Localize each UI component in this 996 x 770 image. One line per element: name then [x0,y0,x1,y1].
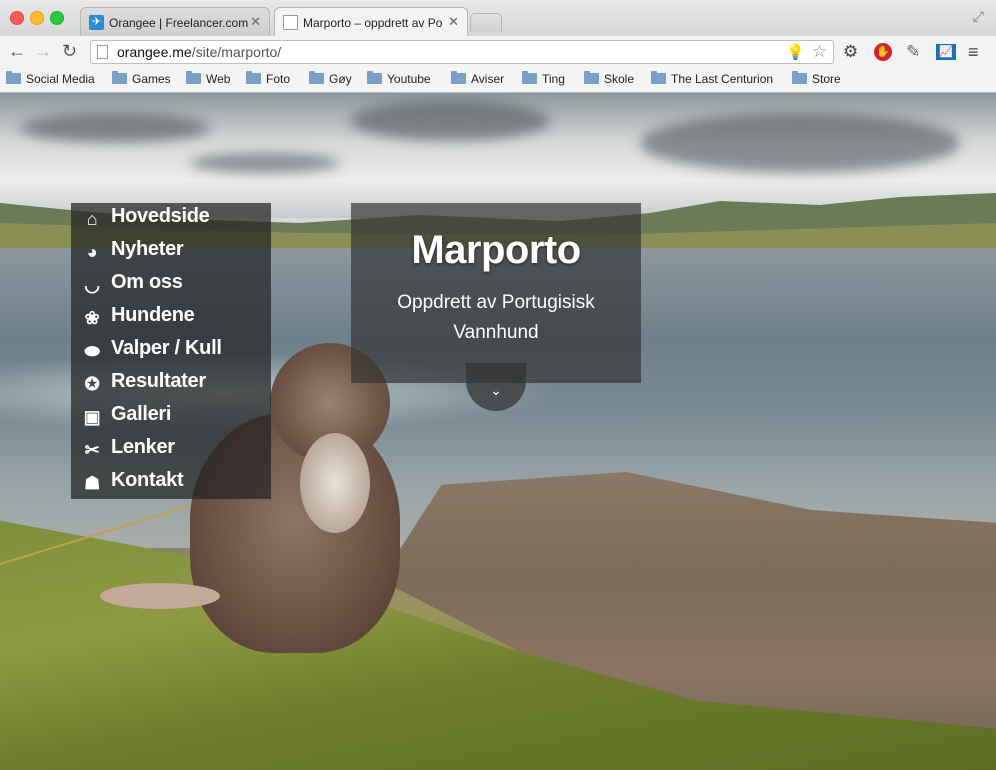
folder-icon [584,71,599,84]
rosette-icon: ✪ [84,374,100,394]
url-text[interactable]: orangee.me/site/marporto/ [117,44,281,60]
bookmark-folder[interactable]: Web [186,71,230,86]
tab-close-icon[interactable]: ✕ [250,14,261,30]
bookmark-folder[interactable]: Social Media [6,71,95,86]
nav-item-hundene[interactable]: ❀ Hundene [81,304,195,334]
reload-icon[interactable]: ↻ [62,41,77,62]
bed-icon: ⬬ [84,341,100,361]
bookmark-folder[interactable]: Games [112,71,171,86]
page-icon [97,45,108,59]
browser-toolbar: ← → ↻ orangee.me/site/marporto/ 💡 ☆ ⚙ ✋ … [0,36,996,68]
bookmark-folder[interactable]: Store [792,71,841,86]
home-icon: ⌂ [86,209,98,229]
folder-icon [309,71,324,84]
folder-icon [651,71,666,84]
folder-icon [112,71,127,84]
new-tab-button[interactable] [470,13,502,32]
contact-icon: ☗ [84,473,100,493]
window-maximize-button[interactable] [50,11,64,25]
fullscreen-icon[interactable]: ⤢ [973,8,984,25]
chevron-down-icon: ⌄ [490,382,502,398]
picture-icon: ▣ [83,407,101,427]
menu-icon[interactable]: ≡ [968,42,979,63]
bookmark-folder[interactable]: Youtube [367,71,431,86]
page-viewport: ⌂ Hovedside ◕ Nyheter ◡ Om oss ❀ Hundene ⬬ Va… [0,93,996,770]
nav-item-om-oss[interactable]: ◡ Om oss [81,271,183,301]
folder-icon [522,71,537,84]
tab-title: Marporto – oppdrett av Por [303,16,443,30]
bowl-icon: ◡ [84,275,100,295]
link-icon: ✂ [84,440,100,460]
nav-item-resultater[interactable]: ✪ Resultater [81,370,207,400]
globe-icon: ◕ [86,242,98,262]
forward-arrow-icon[interactable]: → [34,41,52,62]
window-close-button[interactable] [10,11,24,25]
folder-icon [367,71,382,84]
site-subtitle: Oppdrett av Portugisisk Vannhund [397,292,595,343]
folder-icon [6,71,21,84]
paw-icon: ❀ [84,308,100,328]
page-icon [283,15,298,30]
nav-item-galleri[interactable]: ▣ Galleri [81,403,172,433]
brush-icon[interactable]: ✎ [906,42,920,62]
window-minimize-button[interactable] [30,11,44,25]
tab-title: Orangee | Freelancer.com [109,16,249,30]
background-cloud [190,153,340,173]
bookmark-star-icon[interactable]: ☆ [812,42,827,62]
bookmark-folder[interactable]: Ting [522,71,565,86]
lightbulb-icon[interactable]: 💡 [786,43,805,61]
background-cloud [640,113,960,173]
folder-icon [246,71,261,84]
nav-item-valper-kull[interactable]: ⬬ Valper / Kull [81,337,221,367]
nav-item-nyheter[interactable]: ◕ Nyheter [81,238,184,268]
bookmark-folder[interactable]: Aviser [451,71,504,86]
browser-titlebar: ✈ Orangee | Freelancer.com ✕ Marporto – … [0,0,996,36]
browser-tab-marporto[interactable]: Marporto – oppdrett av Por ✕ [274,7,468,36]
nav-item-kontakt[interactable]: ☗ Kontakt [81,469,184,499]
freelancer-bird-icon: ✈ [89,15,104,30]
chart-icon[interactable]: 📈 [936,44,956,60]
gear-icon[interactable]: ⚙ [843,42,858,62]
background-cloud [350,101,550,141]
back-arrow-icon[interactable]: ← [8,41,26,62]
bookmark-folder[interactable]: Skole [584,71,634,86]
hero-panel: Marporto Oppdrett av Portugisisk Vannhun… [351,203,641,383]
browser-tab-freelancer[interactable]: ✈ Orangee | Freelancer.com ✕ [80,7,270,36]
bookmark-folder[interactable]: Foto [246,71,290,86]
site-title: Marporto [411,228,581,272]
background-cloud [20,113,210,143]
tab-close-icon[interactable]: ✕ [448,14,459,30]
bookmark-folder[interactable]: The Last Centurion [651,71,773,86]
address-bar[interactable]: orangee.me/site/marporto/ 💡 ☆ [90,40,834,64]
nav-item-lenker[interactable]: ✂ Lenker [81,436,176,466]
folder-icon [792,71,807,84]
adblock-icon[interactable]: ✋ [874,43,892,61]
site-nav-menu: ⌂ Hovedside ◕ Nyheter ◡ Om oss ❀ Hundene ⬬ Va… [71,203,271,499]
bookmarks-bar: Social Media Games Web Foto Gøy Youtube … [0,68,996,93]
bookmark-folder[interactable]: Gøy [309,71,352,86]
folder-icon [451,71,466,84]
nav-item-hovedside[interactable]: ⌂ Hovedside [81,205,210,235]
folder-icon [186,71,201,84]
